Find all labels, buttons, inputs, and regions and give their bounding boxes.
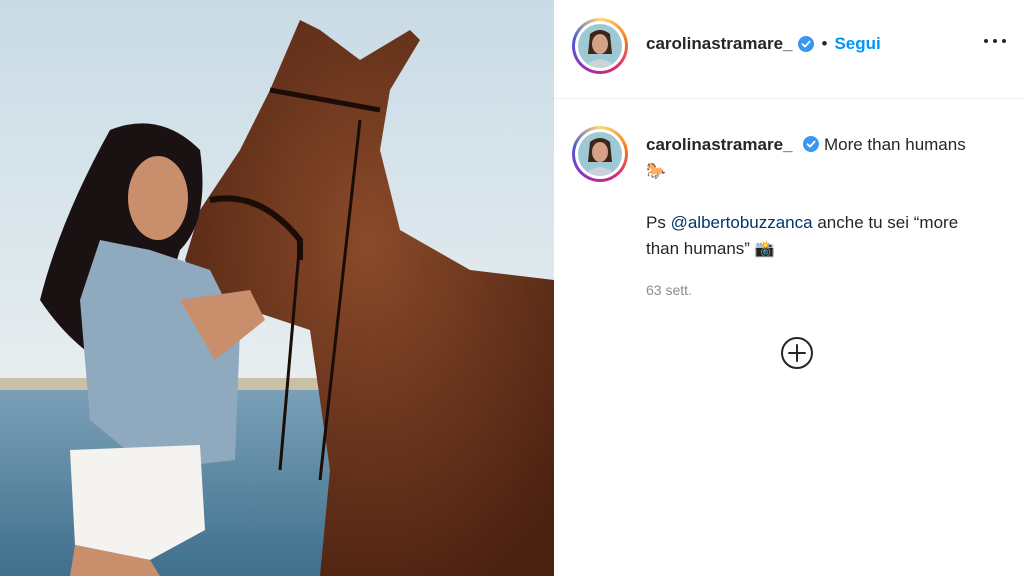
caption-author-avatar[interactable] [572,126,628,182]
follow-button[interactable]: Segui [834,34,880,54]
ps-prefix: Ps [646,213,666,232]
post-header: carolinastramare_ • Segui [554,0,1024,99]
ps-suffix: anche tu sei [817,213,910,232]
author-username[interactable]: carolinastramare_ [646,34,792,54]
avatar-image [578,24,622,68]
camera-emoji: 📸 [754,239,775,258]
separator-dot: • [821,34,828,53]
post-image [0,0,554,576]
verified-badge-icon [798,36,815,52]
avatar-image [578,132,622,176]
header-line: carolinastramare_ • Segui [646,34,881,54]
post-side-panel: carolinastramare_ • Segui carolinastrama… [554,0,1024,576]
instagram-post: carolinastramare_ • Segui carolinastrama… [0,0,1024,576]
more-options-icon[interactable] [984,36,1006,46]
caption-line2: humans [905,135,966,154]
caption-text: carolinastramare_ More than humans 🐎 Ps … [646,132,966,262]
horse-emoji: 🐎 [646,161,666,180]
caption-line1: More than [823,135,901,154]
post-timestamp: 63 sett. [646,282,692,298]
add-comment-icon[interactable] [780,336,814,370]
verified-badge-icon [803,136,820,152]
caption-username[interactable]: carolinastramare_ [646,135,792,154]
post-photo[interactable] [0,0,554,576]
author-avatar[interactable] [572,18,628,74]
mention-link[interactable]: @albertobuzzanca [671,213,813,232]
